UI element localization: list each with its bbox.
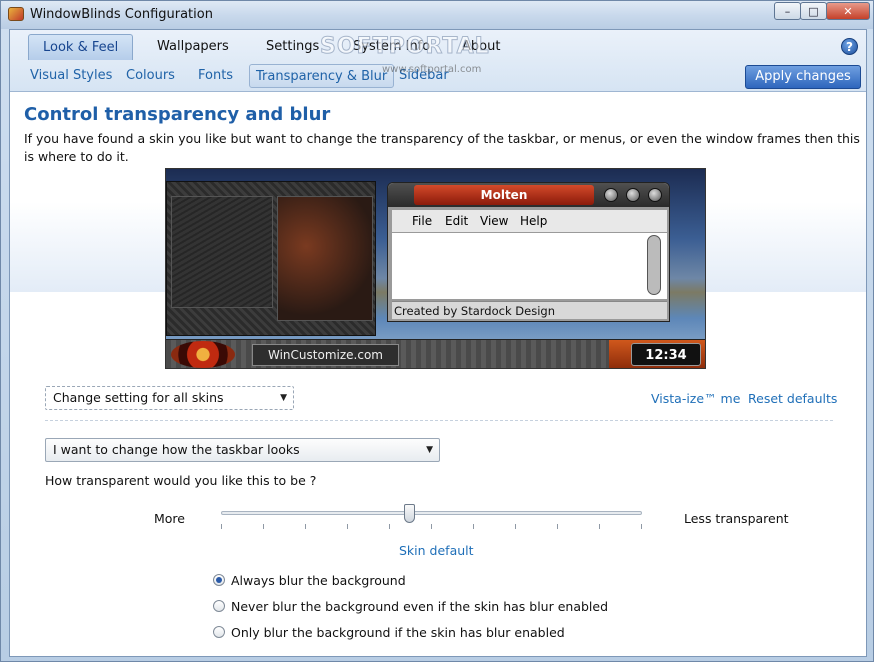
- slider-tick: [431, 524, 432, 529]
- blur-option-label: Only blur the background if the skin has…: [231, 624, 565, 640]
- subtab-visual-styles[interactable]: Visual Styles: [24, 64, 118, 88]
- radio-button-checked[interactable]: [213, 574, 225, 586]
- tab-wallpapers[interactable]: Wallpapers: [143, 34, 243, 60]
- preview-rock-panel: [171, 196, 273, 308]
- radio-button[interactable]: [213, 600, 225, 612]
- preview-clock-area: 12:34: [609, 340, 705, 368]
- help-icon[interactable]: ?: [841, 38, 858, 55]
- slider-tick: [599, 524, 600, 529]
- chevron-down-icon: ▼: [280, 393, 287, 403]
- title-bar[interactable]: WindowBlinds Configuration – □ ✕: [1, 1, 873, 29]
- blur-option-never[interactable]: Never blur the background even if the sk…: [213, 598, 608, 614]
- preview-menu-view: View: [480, 214, 509, 228]
- slider-tick: [473, 524, 474, 529]
- preview-titlebar: Molten: [388, 183, 669, 207]
- preview-taskbar-button: WinCustomize.com: [252, 344, 399, 366]
- skin-preview: Molten File Edit View Help Created by St…: [165, 168, 706, 369]
- section-divider: [45, 420, 833, 421]
- chevron-down-icon: ▼: [426, 445, 433, 455]
- apply-changes-button[interactable]: Apply changes: [745, 65, 861, 89]
- slider-tick: [347, 524, 348, 529]
- tab-look-and-feel[interactable]: Look & Feel: [28, 34, 134, 60]
- slider-tick: [389, 524, 390, 529]
- close-button[interactable]: ✕: [826, 2, 870, 20]
- slider-tick: [641, 524, 642, 529]
- skin-scope-value: Change setting for all skins: [53, 390, 224, 405]
- minimize-button[interactable]: –: [774, 2, 801, 20]
- preview-maximize-icon: [626, 188, 640, 202]
- slider-tick: [221, 524, 222, 529]
- slider-label-less: Less transparent: [684, 511, 789, 526]
- skin-scope-dropdown[interactable]: Change setting for all skins ▼: [45, 386, 294, 410]
- preview-scrollbar: [647, 235, 661, 295]
- preview-menu-bar: File Edit View Help: [392, 210, 667, 232]
- blur-option-only-if-enabled[interactable]: Only blur the background if the skin has…: [213, 624, 565, 640]
- skin-default-link[interactable]: Skin default: [399, 543, 474, 558]
- slider-tick: [557, 524, 558, 529]
- preview-menu-help: Help: [520, 214, 548, 228]
- preview-clock: 12:34: [631, 343, 701, 366]
- page-description: If you have found a skin you like but wa…: [24, 131, 860, 164]
- slider-label-more: More: [154, 511, 185, 526]
- page-title: Control transparency and blur: [24, 104, 331, 125]
- vistaize-link[interactable]: Vista-ize™ me: [651, 391, 740, 406]
- preview-window-body: [392, 233, 667, 299]
- transparency-slider-track[interactable]: [221, 511, 642, 515]
- preview-status-bar: Created by Stardock Design: [392, 301, 667, 319]
- preview-menu-file: File: [412, 214, 433, 228]
- watermark-logo: SOFTPORTAL: [320, 34, 490, 60]
- subtab-fonts[interactable]: Fonts: [192, 64, 239, 88]
- preview-window-title: Molten: [414, 185, 594, 205]
- watermark-url: www.softportal.com: [382, 64, 482, 75]
- reset-defaults-link[interactable]: Reset defaults: [748, 391, 837, 406]
- transparency-question: How transparent would you like this to b…: [45, 473, 317, 488]
- client-area: Look & Feel Wallpapers Settings System I…: [9, 29, 867, 657]
- slider-tick: [263, 524, 264, 529]
- preview-menu-edit: Edit: [445, 214, 469, 228]
- target-element-dropdown[interactable]: I want to change how the taskbar looks ▼: [45, 438, 440, 462]
- maximize-button[interactable]: □: [800, 2, 827, 20]
- blur-option-label: Always blur the background: [231, 572, 406, 588]
- slider-tick: [305, 524, 306, 529]
- preview-start-orb-icon: [171, 341, 235, 368]
- window-title: WindowBlinds Configuration: [30, 7, 213, 22]
- preview-rock-window: [166, 181, 376, 336]
- transparency-slider-thumb[interactable]: [404, 504, 416, 523]
- navigation-bar: Look & Feel Wallpapers Settings System I…: [10, 30, 866, 92]
- preview-minimize-icon: [604, 188, 618, 202]
- preview-taskbar: WinCustomize.com 12:34: [166, 339, 705, 368]
- preview-close-icon: [648, 188, 662, 202]
- target-element-value: I want to change how the taskbar looks: [53, 442, 300, 457]
- app-icon: [8, 7, 24, 21]
- subtab-colours[interactable]: Colours: [120, 64, 181, 88]
- blur-option-label: Never blur the background even if the sk…: [231, 598, 609, 614]
- radio-button[interactable]: [213, 626, 225, 638]
- slider-tick: [515, 524, 516, 529]
- app-window: WindowBlinds Configuration – □ ✕ Look & …: [0, 0, 874, 662]
- subtab-transparency-blur[interactable]: Transparency & Blur: [249, 64, 395, 88]
- blur-option-always[interactable]: Always blur the background: [213, 572, 406, 588]
- preview-molten-window: Molten File Edit View Help Created by St…: [387, 182, 670, 322]
- preview-lava-panel: [277, 196, 373, 321]
